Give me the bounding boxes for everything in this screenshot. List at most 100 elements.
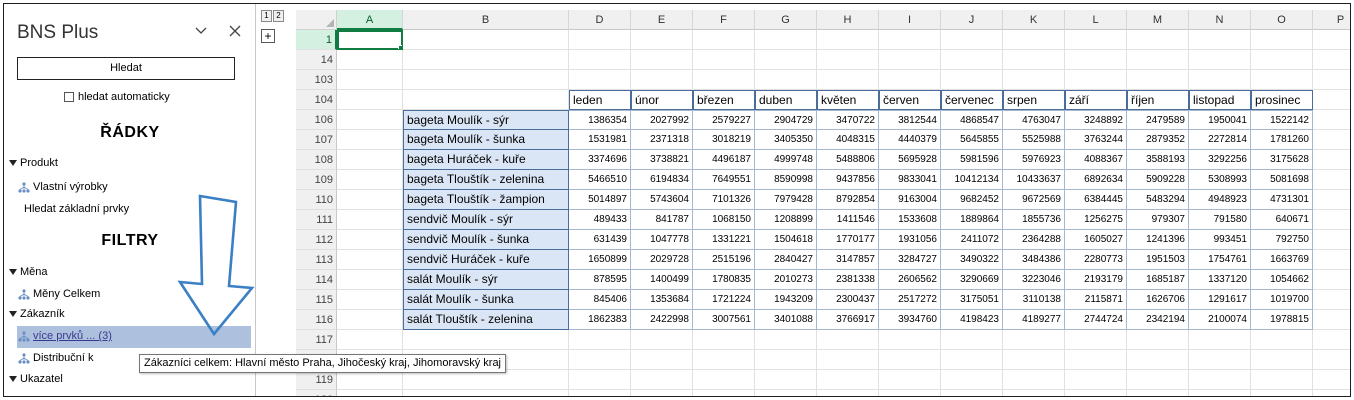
- cell[interactable]: [403, 30, 569, 50]
- cell[interactable]: [569, 390, 631, 396]
- cell[interactable]: [879, 390, 941, 396]
- value-cell[interactable]: 1291617: [1189, 290, 1251, 310]
- row-label[interactable]: sendvič Moulík - šunka: [403, 230, 569, 250]
- value-cell[interactable]: 631439: [569, 230, 631, 250]
- value-cell[interactable]: 1522142: [1251, 110, 1313, 130]
- search-button[interactable]: Hledat: [17, 57, 235, 80]
- product-group[interactable]: Produkt: [9, 157, 58, 169]
- cell[interactable]: [1189, 50, 1251, 70]
- row-label[interactable]: bageta Tlouštík - žampion: [403, 190, 569, 210]
- cell[interactable]: [1065, 390, 1127, 396]
- indicator-group[interactable]: Ukazatel: [9, 373, 63, 385]
- cell[interactable]: [1003, 370, 1065, 390]
- value-cell[interactable]: 3374696: [569, 150, 631, 170]
- column-header-i[interactable]: I: [879, 10, 941, 30]
- row-header[interactable]: 116: [296, 310, 337, 330]
- cell[interactable]: [755, 70, 817, 90]
- cell[interactable]: [337, 70, 403, 90]
- cell[interactable]: [1003, 390, 1065, 396]
- value-cell[interactable]: 2479589: [1127, 110, 1189, 130]
- value-cell[interactable]: 6892634: [1065, 170, 1127, 190]
- value-cell[interactable]: 1855736: [1003, 210, 1065, 230]
- cell[interactable]: [817, 330, 879, 350]
- cell[interactable]: [693, 70, 755, 90]
- cell[interactable]: [1003, 30, 1065, 50]
- value-cell[interactable]: 1533608: [879, 210, 941, 230]
- value-cell[interactable]: 1781260: [1251, 130, 1313, 150]
- cell[interactable]: [817, 350, 879, 370]
- value-cell[interactable]: 3292256: [1189, 150, 1251, 170]
- cell[interactable]: [1065, 370, 1127, 390]
- value-cell[interactable]: 5981596: [941, 150, 1003, 170]
- cell[interactable]: [1313, 50, 1350, 70]
- value-cell[interactable]: 5014897: [569, 190, 631, 210]
- outline-level-1[interactable]: 1: [261, 10, 272, 22]
- row-header[interactable]: 112: [296, 230, 337, 250]
- value-cell[interactable]: 791580: [1189, 210, 1251, 230]
- cell[interactable]: [337, 50, 403, 70]
- value-cell[interactable]: 489433: [569, 210, 631, 230]
- chevron-down-icon[interactable]: [194, 24, 208, 38]
- value-cell[interactable]: 841787: [631, 210, 693, 230]
- value-cell[interactable]: 2879352: [1127, 130, 1189, 150]
- value-cell[interactable]: 7101326: [693, 190, 755, 210]
- value-cell[interactable]: 9163004: [879, 190, 941, 210]
- cell[interactable]: [1313, 150, 1350, 170]
- row-label[interactable]: sendvič Moulík - sýr: [403, 210, 569, 230]
- cell[interactable]: [1313, 30, 1350, 50]
- value-cell[interactable]: 2381338: [817, 270, 879, 290]
- cell[interactable]: [1003, 330, 1065, 350]
- value-cell[interactable]: 3405350: [755, 130, 817, 150]
- row-header[interactable]: 114: [296, 270, 337, 290]
- value-cell[interactable]: 2606562: [879, 270, 941, 290]
- cell[interactable]: [337, 110, 403, 130]
- value-cell[interactable]: 2342194: [1127, 310, 1189, 330]
- auto-search-checkbox[interactable]: [64, 92, 74, 102]
- value-cell[interactable]: 2515196: [693, 250, 755, 270]
- value-cell[interactable]: 2579227: [693, 110, 755, 130]
- cell[interactable]: [1251, 70, 1313, 90]
- cell[interactable]: [755, 30, 817, 50]
- cell[interactable]: [1127, 370, 1189, 390]
- value-cell[interactable]: 1943209: [755, 290, 817, 310]
- cell[interactable]: [693, 50, 755, 70]
- value-cell[interactable]: 1068150: [693, 210, 755, 230]
- cell[interactable]: [1065, 30, 1127, 50]
- cell[interactable]: [337, 30, 403, 50]
- cell[interactable]: [631, 350, 693, 370]
- cell[interactable]: [1127, 50, 1189, 70]
- row-header[interactable]: 108: [296, 150, 337, 170]
- select-all-corner[interactable]: [296, 10, 337, 30]
- value-cell[interactable]: 10412134: [941, 170, 1003, 190]
- value-cell[interactable]: 4948923: [1189, 190, 1251, 210]
- value-cell[interactable]: 3812544: [879, 110, 941, 130]
- cell[interactable]: [693, 330, 755, 350]
- value-cell[interactable]: 1663769: [1251, 250, 1313, 270]
- value-cell[interactable]: 2100074: [1189, 310, 1251, 330]
- value-cell[interactable]: 1019700: [1251, 290, 1313, 310]
- cell[interactable]: [1189, 70, 1251, 90]
- currency-group[interactable]: Měna: [9, 266, 48, 278]
- cell[interactable]: [879, 330, 941, 350]
- cell[interactable]: [631, 50, 693, 70]
- value-cell[interactable]: 1605027: [1065, 230, 1127, 250]
- value-cell[interactable]: 1054662: [1251, 270, 1313, 290]
- row-header[interactable]: 107: [296, 130, 337, 150]
- cell[interactable]: [337, 310, 403, 330]
- value-cell[interactable]: 2193179: [1065, 270, 1127, 290]
- value-cell[interactable]: 2517272: [879, 290, 941, 310]
- row-header[interactable]: 117: [296, 330, 337, 350]
- value-cell[interactable]: 5695928: [879, 150, 941, 170]
- month-header[interactable]: srpen: [1003, 90, 1065, 110]
- column-header-l[interactable]: L: [1065, 10, 1127, 30]
- value-cell[interactable]: 3147857: [817, 250, 879, 270]
- cell[interactable]: [631, 390, 693, 396]
- cell[interactable]: [1313, 310, 1350, 330]
- cell[interactable]: [1251, 370, 1313, 390]
- value-cell[interactable]: 1931056: [879, 230, 941, 250]
- value-cell[interactable]: 2029728: [631, 250, 693, 270]
- cell[interactable]: [941, 390, 1003, 396]
- row-label[interactable]: sendvič Huráček - kuře: [403, 250, 569, 270]
- value-cell[interactable]: 3484386: [1003, 250, 1065, 270]
- customer-group[interactable]: Zákazník: [9, 308, 65, 320]
